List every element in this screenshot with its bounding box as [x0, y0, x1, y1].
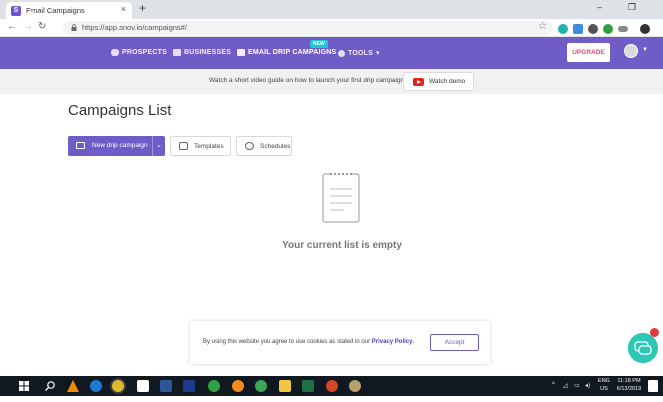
- search-icon[interactable]: [44, 380, 56, 392]
- firefox-icon[interactable]: [232, 380, 244, 392]
- info-bar: Watch a short video guide on how to laun…: [0, 69, 663, 94]
- network-icon[interactable]: ◿: [563, 382, 568, 389]
- snov-favicon-icon: S: [11, 6, 21, 16]
- nav-businesses[interactable]: BUSINESSES: [173, 49, 231, 56]
- nav-email-drip-campaigns[interactable]: EMAIL DRIP CAMPAIGNS: [237, 49, 336, 56]
- empty-state-text: Your current list is empty: [282, 240, 402, 251]
- envelope-icon: [237, 49, 245, 56]
- browser-toolbar: ← → ↻ https://app.snov.io/campaigns#/ ☆: [0, 19, 663, 37]
- address-bar[interactable]: https://app.snov.io/campaigns#/ ☆: [63, 21, 553, 35]
- lock-icon: [71, 24, 77, 31]
- chat-widget-button[interactable]: [628, 333, 658, 363]
- profile-icon[interactable]: [640, 24, 650, 34]
- windows-start-icon[interactable]: [18, 380, 30, 392]
- schedules-button[interactable]: Schedules: [236, 136, 292, 156]
- extension-link-icon[interactable]: [618, 26, 628, 32]
- browser-tab-strip: S Email Campaigns × + – ❐: [0, 0, 663, 19]
- bottom-strip: [0, 396, 663, 402]
- extension-green-icon[interactable]: [603, 24, 613, 34]
- browser-tab[interactable]: S Email Campaigns ×: [6, 2, 132, 19]
- new-drip-campaign-label: New drip campaign: [92, 142, 148, 149]
- volume-icon[interactable]: ◂): [585, 382, 590, 389]
- taskbar-clock[interactable]: 11:18 PM 6/13/2019: [613, 378, 645, 393]
- action-center-icon[interactable]: [648, 380, 658, 392]
- page-title: Campaigns List: [68, 102, 172, 119]
- back-arrow-icon[interactable]: ←: [7, 21, 17, 32]
- nav-prospects[interactable]: PROSPECTS: [111, 49, 167, 56]
- cookie-banner: By using this website you agree to use c…: [190, 321, 490, 364]
- region-code: US: [600, 385, 608, 392]
- button-divider: [152, 136, 153, 156]
- file-explorer-icon[interactable]: [279, 380, 291, 392]
- windows-taskbar: ^ ◿ ▭ ◂) ENG US 11:18 PM 6/13/2019: [0, 376, 663, 396]
- empty-document-icon: [322, 173, 360, 223]
- app-icon[interactable]: [349, 380, 361, 392]
- new-tab-button[interactable]: +: [139, 1, 146, 15]
- chrome-icon[interactable]: [112, 380, 124, 392]
- envelope-icon: [76, 142, 85, 149]
- green-app-icon[interactable]: [208, 380, 220, 392]
- clock-time: 11:18 PM: [617, 378, 641, 384]
- snov-logo[interactable]: Snovio: [26, 9, 61, 23]
- users-icon: [111, 49, 119, 56]
- nav-businesses-label: BUSINESSES: [184, 49, 232, 56]
- logo-suffix: io: [55, 15, 61, 22]
- word-icon[interactable]: [160, 380, 172, 392]
- youtube-icon: [413, 78, 424, 86]
- extension-gauge-icon[interactable]: [588, 24, 598, 34]
- templates-label: Templates: [194, 143, 224, 150]
- accept-cookies-button[interactable]: Accept: [430, 334, 479, 351]
- url-text: https://app.snov.io/campaigns#/: [82, 23, 187, 32]
- language-code: ENG: [598, 378, 610, 384]
- templates-button[interactable]: Templates: [170, 136, 231, 156]
- store-icon[interactable]: [137, 380, 149, 392]
- bookmark-star-icon[interactable]: ☆: [538, 21, 547, 32]
- watch-demo-button[interactable]: Watch demo: [403, 72, 474, 91]
- cookie-text: By using this website you agree to use c…: [203, 339, 414, 345]
- privacy-policy-link[interactable]: Privacy Policy: [372, 339, 413, 345]
- edge-icon[interactable]: [255, 380, 267, 392]
- nav-tools-label: TOOLS: [348, 49, 373, 57]
- restore-button[interactable]: ❐: [628, 2, 636, 13]
- nav-prospects-label: PROSPECTS: [122, 49, 167, 56]
- extension-g-icon[interactable]: [558, 24, 568, 34]
- tray-up-arrow-icon[interactable]: ^: [552, 382, 555, 388]
- chat-notification-badge: [650, 328, 659, 337]
- minimize-button[interactable]: –: [597, 2, 602, 12]
- language-indicator[interactable]: ENG US: [596, 378, 612, 393]
- chevron-down-icon: ▾: [375, 50, 380, 57]
- avatar[interactable]: [624, 44, 638, 58]
- clock-icon: [245, 142, 254, 150]
- nav-tools[interactable]: TOOLS ▾: [338, 49, 380, 57]
- info-text: Watch a short video guide on how to laun…: [209, 77, 405, 84]
- excel-icon[interactable]: [302, 380, 314, 392]
- internet-explorer-icon[interactable]: [90, 380, 102, 392]
- word-document-icon[interactable]: [183, 380, 195, 392]
- powerpoint-icon[interactable]: [326, 380, 338, 392]
- nav-email-drip-label: EMAIL DRIP CAMPAIGNS: [248, 49, 337, 56]
- cookie-message: By using this website you agree to use c…: [203, 339, 372, 345]
- chevron-down-icon[interactable]: ⌄: [156, 141, 162, 149]
- tab-close-icon[interactable]: ×: [121, 4, 126, 14]
- new-badge: NEW: [310, 40, 328, 48]
- vlc-icon[interactable]: [67, 380, 79, 392]
- schedules-label: Schedules: [260, 143, 291, 150]
- building-icon: [173, 49, 181, 56]
- gear-icon: [338, 49, 345, 57]
- extension-blue-icon[interactable]: [573, 24, 583, 34]
- battery-icon[interactable]: ▭: [574, 382, 580, 389]
- chevron-down-icon[interactable]: ▼: [642, 47, 648, 53]
- cookie-period: .: [412, 339, 415, 345]
- logo-text: Snov: [26, 9, 56, 23]
- envelope-outline-icon: [179, 142, 188, 150]
- watch-demo-label: Watch demo: [429, 78, 466, 85]
- new-drip-campaign-button[interactable]: New drip campaign ⌄: [68, 136, 165, 156]
- clock-date: 6/13/2019: [616, 385, 642, 392]
- upgrade-button[interactable]: UPGRADE: [567, 43, 610, 62]
